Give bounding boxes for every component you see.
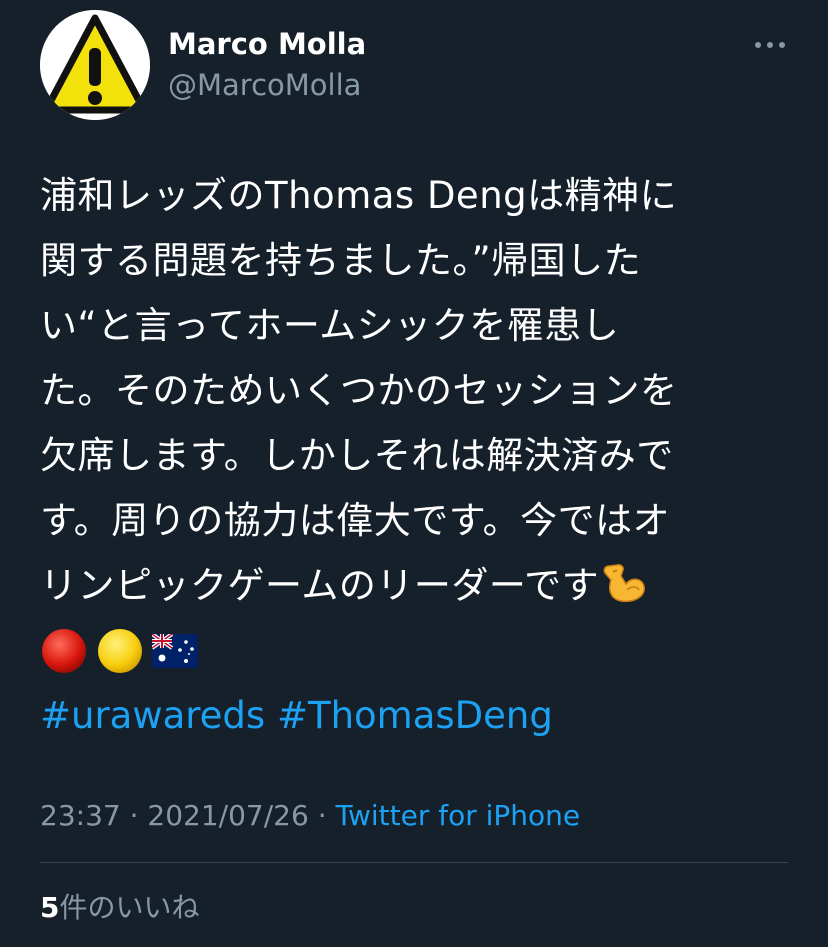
author-handle[interactable]: @MarcoMolla [168, 68, 361, 102]
hashtag-link[interactable]: #urawareds [40, 694, 265, 737]
avatar[interactable] [40, 10, 150, 120]
meta-separator: · [308, 799, 336, 832]
tweet-date[interactable]: 2021/07/26 [147, 799, 308, 832]
hashtag-link[interactable]: #ThomasDeng [277, 694, 553, 737]
tweet-text-line: 欠席します。しかしそれは解決済みで [40, 434, 674, 477]
likes-count: 5 [40, 891, 60, 924]
red-circle-icon [42, 628, 86, 673]
tweet-time[interactable]: 23:37 [40, 799, 121, 832]
tweet-text-line: リンピックゲームのリーダーです [40, 553, 780, 618]
tweet-text: 浦和レッズのThomas Dengは精神に 関する問題を持ちました。”帰国した … [40, 163, 780, 683]
australia-flag-icon [152, 633, 198, 668]
tweet-text-line-content: リンピックゲームのリーダーです [40, 564, 600, 607]
tweet-source-link[interactable]: Twitter for iPhone [336, 799, 581, 832]
warning-sign-icon [40, 10, 150, 120]
more-horizontal-icon [755, 42, 785, 48]
emoji-row [40, 618, 780, 683]
tweet-text-line: た。そのためいくつかのセッションを [40, 369, 678, 412]
yellow-circle-icon [98, 628, 142, 673]
flexed-biceps-icon [603, 564, 646, 603]
more-options-button[interactable] [750, 30, 790, 60]
hashtags: #urawareds #ThomasDeng [40, 688, 553, 744]
tweet-text-line: す。周りの協力は偉大です。今ではオ [40, 499, 671, 542]
tweet-meta: 23:37 · 2021/07/26 · Twitter for iPhone [40, 796, 580, 836]
divider [40, 862, 788, 863]
likes-label: 件のいいね [59, 891, 200, 924]
meta-separator: · [120, 799, 148, 832]
likes-count-link[interactable]: 5件のいいね [40, 888, 200, 928]
author-display-name[interactable]: Marco Molla [168, 27, 366, 61]
tweet-text-line: い“と言ってホームシックを罹患し [40, 304, 620, 347]
tweet-text-line: 関する問題を持ちました。”帰国した [40, 239, 642, 282]
tweet-text-line: 浦和レッズのThomas Dengは精神に [40, 174, 678, 217]
